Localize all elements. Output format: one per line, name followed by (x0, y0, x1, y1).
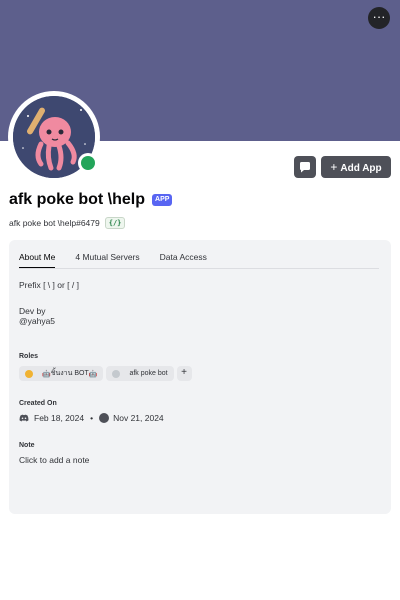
created-on-title: Created On (19, 400, 57, 407)
date-separator: • (90, 413, 94, 423)
username-row: afk poke bot \help#6479 {/} (9, 217, 126, 229)
discord-created-date: Feb 18, 2024 (34, 413, 85, 423)
role-pill[interactable]: 🤖 ชิ้นงาน BOT 🤖 (19, 366, 104, 381)
note-input[interactable]: Click to add a note (19, 455, 89, 465)
profile-details-panel: About Me 4 Mutual Servers Data Access Pr… (9, 240, 391, 514)
about-line-handle: @yahya5 (19, 316, 56, 326)
about-line-dev: Dev by (19, 306, 46, 316)
username[interactable]: afk poke bot \help#6479 (9, 218, 100, 228)
roles-section: Roles 🤖 ชิ้นงาน BOT 🤖 afk poke bot + (19, 353, 192, 381)
profile-name-row: afk poke bot \help APP (9, 191, 173, 209)
tab-mutual-servers[interactable]: 4 Mutual Servers (75, 250, 139, 268)
slash-commands-badge[interactable]: {/} (104, 217, 126, 229)
add-role-button[interactable]: + (176, 366, 192, 381)
role-color-dot (112, 369, 121, 378)
server-icon (99, 413, 110, 423)
role-pill[interactable]: afk poke bot (106, 366, 174, 381)
about-me-text: Prefix [ \ ] or [ / ] Dev by @yahya5 (19, 280, 79, 326)
created-on-row: Feb 18, 2024 • Nov 21, 2024 (19, 413, 164, 423)
add-app-label: Add App (340, 163, 382, 174)
speech-bubble-icon (300, 162, 310, 173)
display-name: afk poke bot \help (9, 191, 146, 208)
tab-data-access[interactable]: Data Access (160, 250, 207, 268)
role-color-dot (25, 369, 33, 378)
server-joined-date: Nov 21, 2024 (113, 413, 164, 423)
discord-logo-icon (19, 414, 29, 422)
add-app-button[interactable]: + Add App (321, 156, 391, 178)
tab-about-me[interactable]: About Me (19, 250, 56, 268)
role-list: 🤖 ชิ้นงาน BOT 🤖 afk poke bot + (19, 366, 192, 381)
role-label: ชิ้นงาน BOT (50, 370, 89, 377)
plus-icon: + (330, 160, 338, 174)
profile-tabs: About Me 4 Mutual Servers Data Access (19, 250, 379, 269)
roles-title: Roles (19, 353, 39, 360)
robot-icon: 🤖 (42, 370, 51, 378)
note-section: Note Click to add a note (19, 442, 89, 465)
online-status-dot (78, 153, 98, 173)
about-line-prefix: Prefix [ \ ] or [ / ] (19, 280, 79, 290)
note-title: Note (19, 442, 35, 449)
role-label: afk poke bot (129, 370, 168, 377)
avatar-frame (8, 91, 100, 183)
created-on-section: Created On Feb 18, 2024 • Nov 21, 2024 (19, 400, 164, 423)
app-tag: APP (152, 194, 173, 206)
more-options-button[interactable]: ··· (368, 7, 390, 29)
robot-icon: 🤖 (88, 370, 98, 378)
send-message-button[interactable] (294, 156, 316, 178)
